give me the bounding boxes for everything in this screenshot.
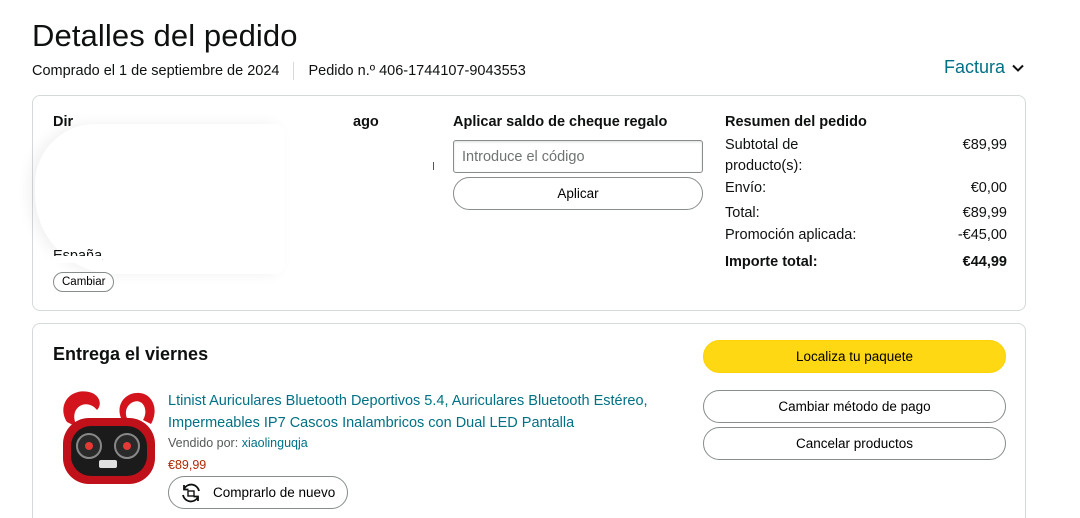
grand-total-row: Importe total: €44,99 <box>725 252 1007 273</box>
seller-link[interactable]: xiaolinguqja <box>242 436 308 450</box>
summary-row-label: Subtotal de producto(s): <box>725 137 803 174</box>
product-price: €89,99 <box>168 458 207 472</box>
gift-card-heading: Aplicar saldo de cheque regalo <box>453 114 668 130</box>
summary-row-value: €0,00 <box>970 180 1007 196</box>
order-meta: Comprado el 1 de septiembre de 2024 Pedi… <box>32 62 526 80</box>
gift-code-input[interactable]: Introduce el código <box>453 140 703 173</box>
sold-by-label: Vendido por: <box>168 436 239 450</box>
divider <box>293 62 295 80</box>
summary-row-label: Envío: <box>725 180 767 196</box>
earbuds-product-image[interactable] <box>53 384 163 494</box>
page-title: Detalles del pedido <box>32 18 298 53</box>
address-heading: Dir <box>53 114 74 130</box>
grand-total-label: Importe total: <box>725 254 818 270</box>
chevron-down-icon <box>1012 64 1024 72</box>
summary-row-label: Total: <box>725 205 760 221</box>
purchase-date: Comprado el 1 de septiembre de 2024 <box>32 63 280 79</box>
payment-heading: ago <box>353 114 379 130</box>
apply-gift-button[interactable]: Aplicar <box>453 177 703 210</box>
summary-row-label: Promoción aplicada: <box>725 227 857 243</box>
address-country: España <box>53 248 103 264</box>
gift-card-column: Aplicar saldo de cheque regalo Introduce… <box>453 114 705 210</box>
delivery-card: Entrega el viernes Ltinist Auriculares B… <box>32 323 1026 518</box>
summary-row-value: €89,99 <box>962 137 1007 153</box>
product-title-link[interactable]: Ltinist Auriculares Bluetooth Deportivos… <box>168 390 668 434</box>
buy-again-button[interactable]: Comprarlo de nuevo <box>168 476 349 509</box>
buy-again-icon <box>182 483 200 502</box>
address-payment-column: Dir ago España Cambiar <box>35 114 447 304</box>
order-totals-column: Resumen del pedido Subtotal de producto(… <box>725 114 1007 273</box>
track-package-button[interactable]: Localiza tu paquete <box>703 340 1006 373</box>
grand-total-value: €44,99 <box>962 254 1007 270</box>
delivery-heading: Entrega el viernes <box>53 344 209 364</box>
seller-line: Vendido por: xiaolinguqja <box>168 436 308 450</box>
buy-again-label: Comprarlo de nuevo <box>213 485 336 500</box>
order-totals-heading: Resumen del pedido <box>725 114 867 130</box>
summary-row: Subtotal de producto(s): €89,99 <box>725 135 1007 177</box>
invoice-dropdown[interactable]: Factura <box>944 57 1025 78</box>
change-address-button[interactable]: Cambiar <box>53 272 115 292</box>
summary-row-value: €89,99 <box>962 205 1007 221</box>
summary-row: Total: €89,99 <box>725 203 1007 224</box>
order-summary-card: Dir ago España Cambiar Aplicar saldo de … <box>32 95 1026 311</box>
summary-row: Envío: €0,00 <box>725 178 1007 199</box>
summary-row-value: -€45,00 <box>957 227 1007 243</box>
cancel-items-button[interactable]: Cancelar productos <box>703 427 1006 460</box>
summary-row: Promoción aplicada: -€45,00 <box>725 225 1007 246</box>
change-payment-button[interactable]: Cambiar método de pago <box>703 390 1006 423</box>
text-fragment <box>433 162 434 170</box>
invoice-label: Factura <box>943 57 1005 77</box>
order-number: Pedido n.º 406-1744107-9043553 <box>308 63 526 79</box>
